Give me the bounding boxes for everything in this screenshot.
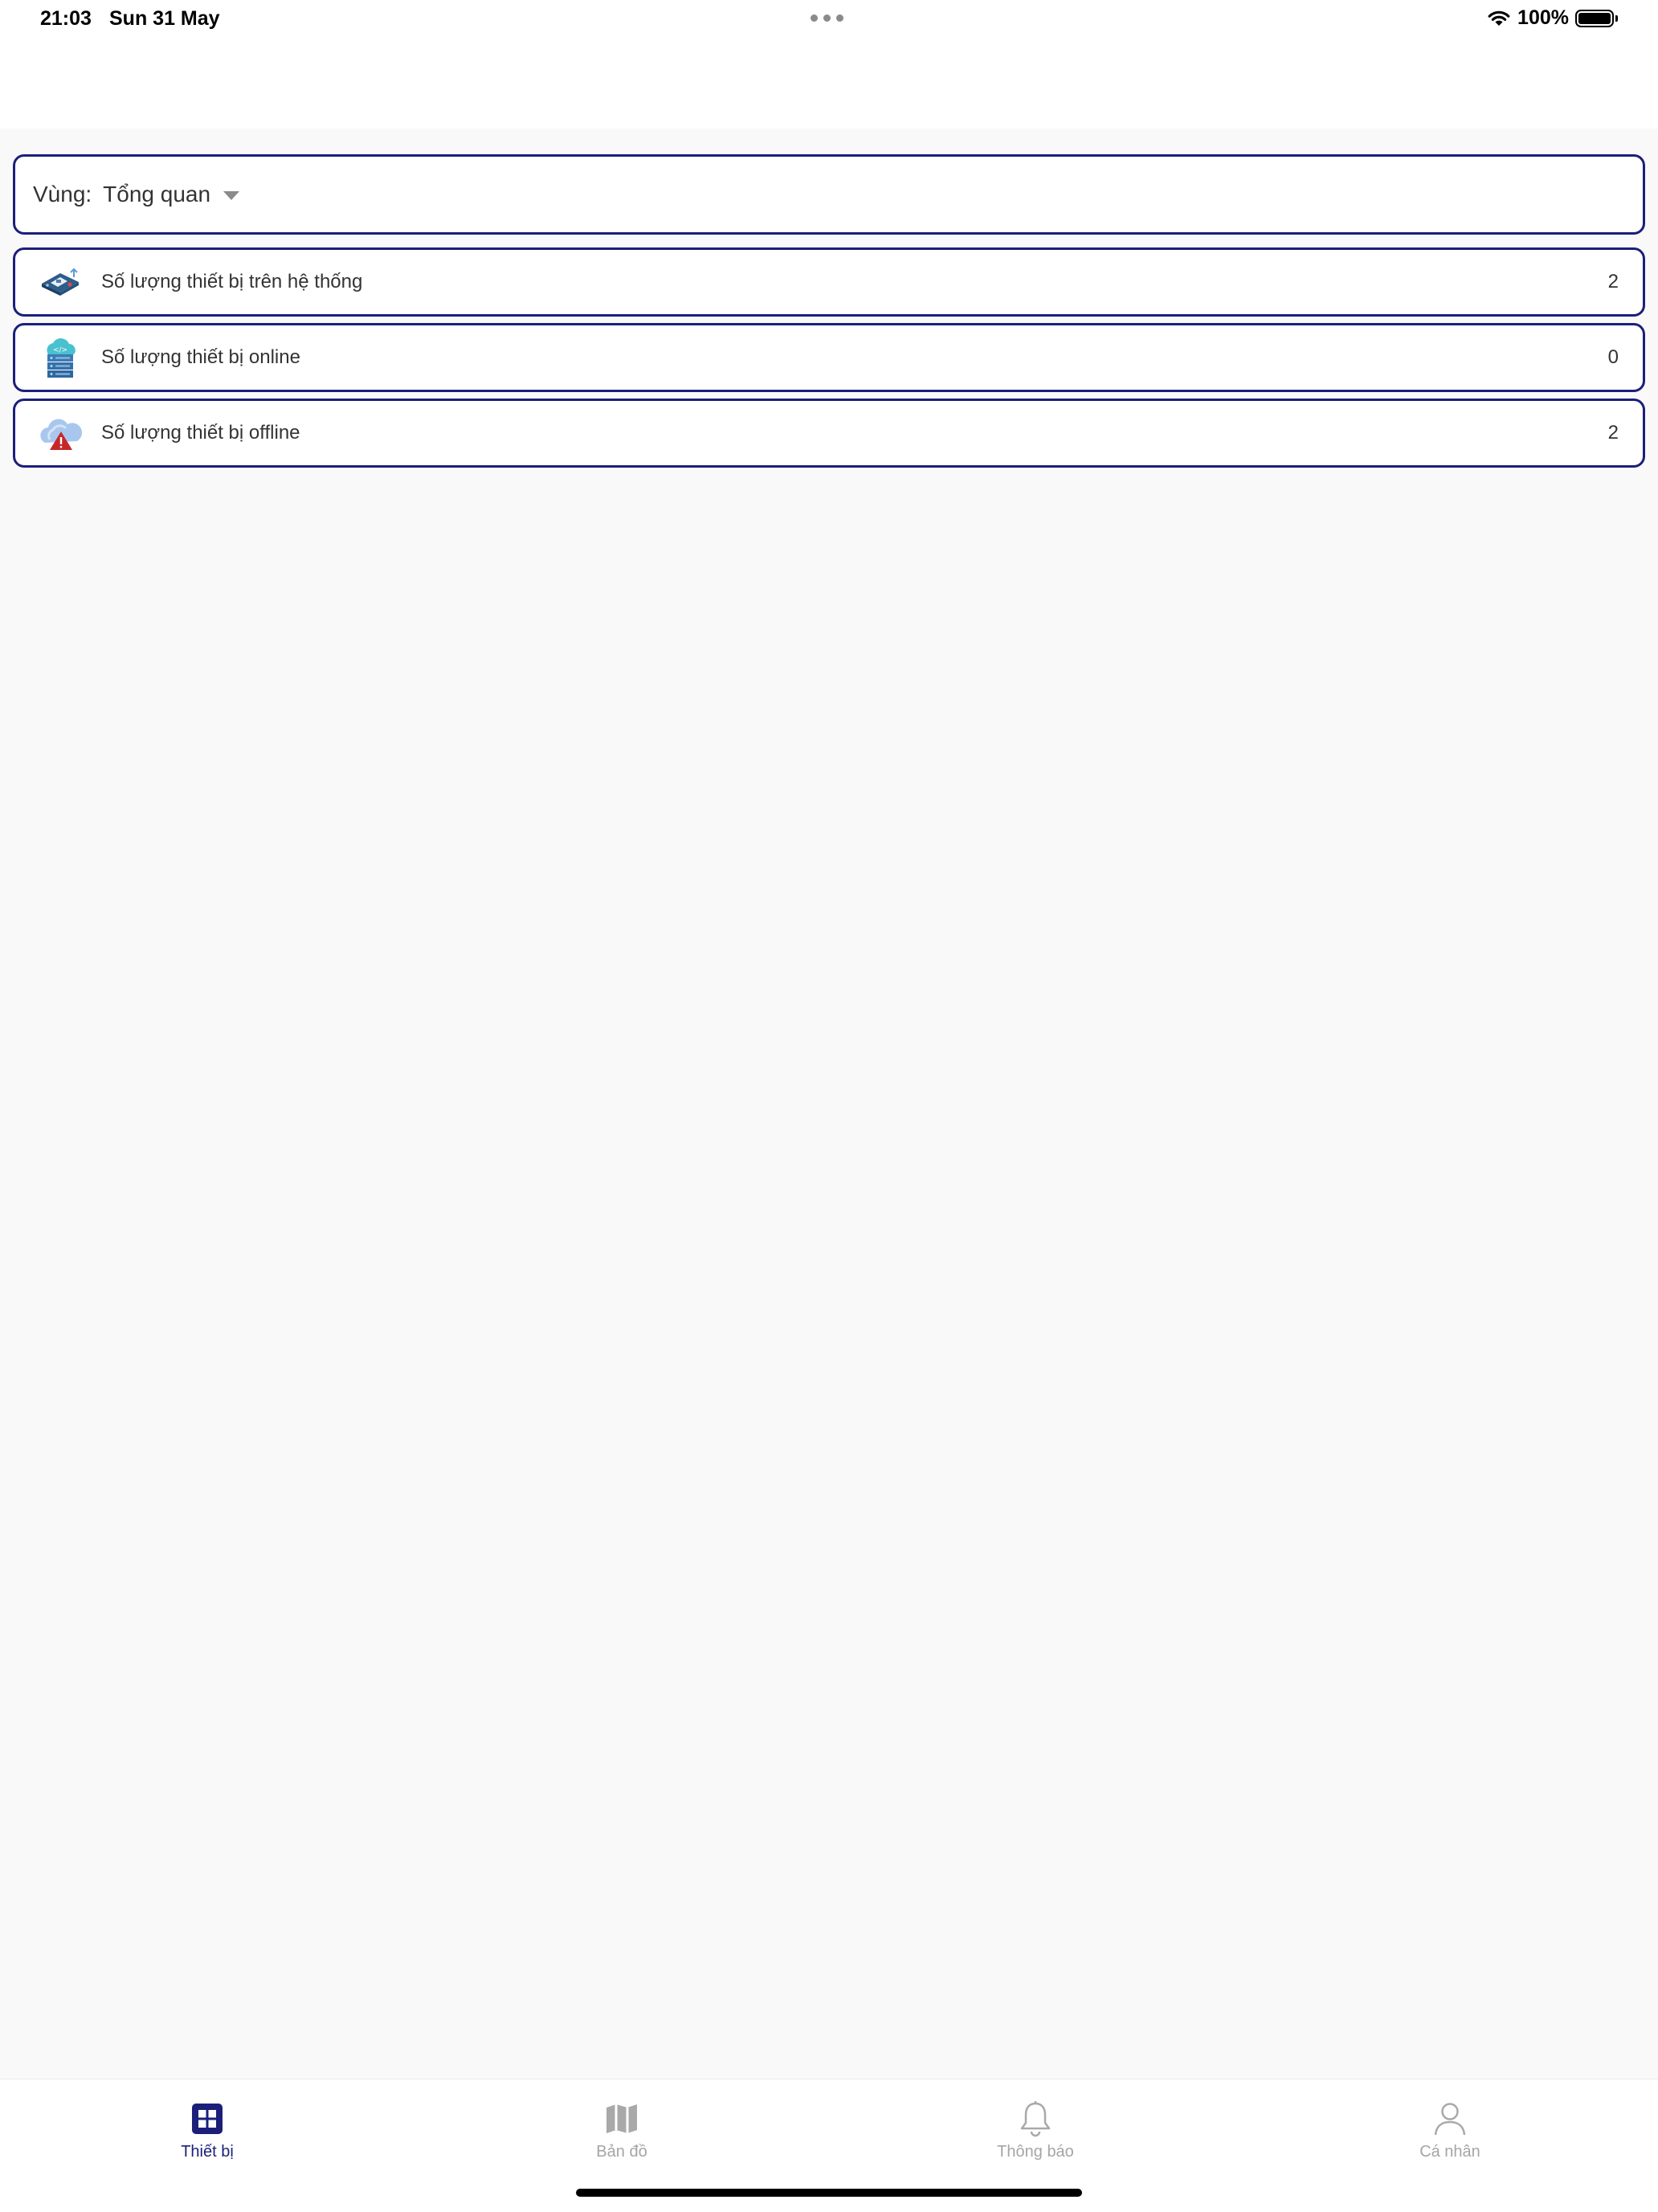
tab-map[interactable]: Bản đồ [501, 2099, 742, 2171]
cloud-warning-icon [38, 411, 83, 456]
stat-card-offline-devices[interactable]: Số lượng thiết bị offline 2 [13, 399, 1645, 468]
header [0, 39, 1658, 129]
cloud-server-icon: </> [38, 335, 83, 380]
device-board-icon [38, 260, 83, 305]
map-icon [605, 2099, 639, 2139]
stat-label: Số lượng thiết bị trên hệ thống [101, 271, 363, 292]
tab-profile[interactable]: Cá nhân [1329, 2099, 1570, 2171]
caret-down-icon [223, 190, 240, 200]
tab-label: Cá nhân [1419, 2143, 1480, 2161]
tab-devices[interactable]: Thiết bị [87, 2099, 328, 2171]
stat-label: Số lượng thiết bị offline [101, 422, 300, 444]
region-value: Tổng quan [103, 182, 211, 206]
status-time: 21:03 [40, 7, 92, 30]
status-date: Sun 31 May [109, 7, 220, 30]
multitasking-dots-icon[interactable] [811, 14, 843, 22]
stat-value: 2 [1607, 271, 1619, 292]
region-selector[interactable]: Vùng: Tổng quan [13, 154, 1645, 235]
battery-percentage: 100% [1517, 6, 1569, 29]
stat-card-total-devices[interactable]: Số lượng thiết bị trên hệ thống 2 [13, 247, 1645, 317]
stat-card-online-devices[interactable]: </> Số lượng thiết bị online 0 [13, 323, 1645, 392]
stat-label: Số lượng thiết bị online [101, 346, 300, 368]
tab-label: Thông báo [997, 2143, 1074, 2161]
person-icon [1432, 2099, 1468, 2139]
grid-icon [191, 2099, 223, 2139]
wifi-icon [1487, 10, 1511, 27]
tab-label: Thiết bị [181, 2143, 234, 2161]
stat-value: 0 [1607, 346, 1619, 368]
svg-text:</>: </> [53, 346, 67, 354]
tab-label: Bản đồ [596, 2143, 647, 2161]
status-right: 100% [1487, 6, 1618, 30]
battery-icon [1575, 9, 1618, 27]
tab-notifications[interactable]: Thông báo [915, 2099, 1156, 2171]
home-indicator[interactable] [576, 2189, 1082, 2197]
stat-value: 2 [1607, 422, 1619, 444]
bell-icon [1018, 2099, 1053, 2139]
status-bar: 21:03 Sun 31 May 100% [0, 0, 1658, 39]
region-label: Vùng: [33, 182, 92, 206]
